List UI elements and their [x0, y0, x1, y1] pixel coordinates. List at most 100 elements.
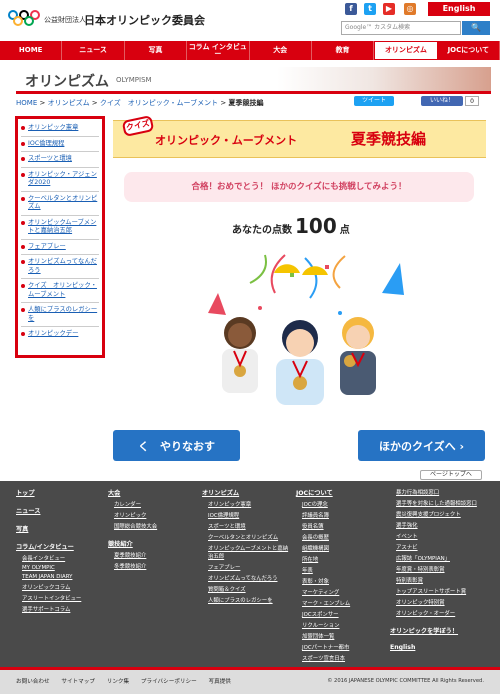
footer-link[interactable]: アスリートインタビュー [16, 594, 81, 602]
contact-link[interactable]: お問い合わせ [16, 679, 50, 685]
nav-education[interactable]: 教育 [312, 41, 375, 60]
footer-link[interactable]: 暴力行為相談窓口 [390, 488, 477, 496]
nav-about-joc[interactable]: JOCについて [438, 41, 500, 60]
youtube-icon[interactable]: ▶ [383, 3, 395, 15]
footer-link[interactable]: 質問箱＆クイズ [202, 585, 290, 593]
footer-link[interactable]: イベント [390, 532, 477, 540]
footer-link[interactable]: 選手強化 [390, 521, 477, 529]
sidebar-item-quiz[interactable]: クイズ オリンピック・ムーブメント [21, 279, 99, 303]
photo-credit-link[interactable]: 写真提供 [209, 679, 231, 685]
footer-link[interactable]: マーク・エンブレム [296, 599, 350, 607]
footer-link[interactable]: 国際総合競技大会 [108, 522, 157, 530]
footer-link[interactable]: 年表 [296, 566, 350, 574]
footer-link[interactable]: TEAM JAPAN DIARY [16, 574, 81, 580]
instagram-icon[interactable]: ◎ [404, 3, 416, 15]
footer-link[interactable]: JOCの理念 [296, 500, 350, 508]
footer-link[interactable]: オリンピック憲章 [202, 500, 290, 508]
footer-link[interactable]: オリンピック [108, 511, 157, 519]
footer-link[interactable]: トップアスリートサポート賞 [390, 587, 477, 595]
footer-link[interactable]: 選手等を対象にした通報相談窓口 [390, 499, 477, 507]
nav-games[interactable]: 大会 [250, 41, 312, 60]
footer-link[interactable]: 広報誌「OLYMPIAN」 [390, 554, 477, 562]
sidebar-item-coubertin[interactable]: クーベルタンとオリンピズム [21, 192, 99, 216]
footer-link[interactable]: オリンピズム [202, 488, 290, 497]
footer-link[interactable]: 人類にプラスのレガシーを [202, 596, 290, 604]
footer-link[interactable]: 写真 [16, 524, 81, 533]
footer-learn-link[interactable]: オリンピックを学ぼう！ [390, 626, 477, 635]
footer-link[interactable]: 評議員名簿 [296, 511, 350, 519]
footer-link[interactable]: JOCについて [296, 488, 350, 497]
footer-link[interactable]: 表彰・対象 [296, 577, 350, 585]
footer-link[interactable]: カレンダー [108, 500, 157, 508]
party-popper-icon [208, 293, 226, 315]
joc-logo[interactable] [8, 10, 40, 28]
search-button[interactable]: 🔍 [462, 21, 490, 35]
footer-link[interactable]: 震災復興支援プロジェクト [390, 510, 477, 518]
footer-link[interactable]: 冬季競技紹介 [108, 562, 157, 570]
footer-link[interactable]: オリンピック・オーダー [390, 609, 477, 617]
nav-photo[interactable]: 写真 [125, 41, 188, 60]
nav-home[interactable]: HOME [0, 41, 63, 60]
footer-link[interactable]: リクルーション [296, 621, 350, 629]
footer-link[interactable]: オリンピック特別賞 [390, 598, 477, 606]
twitter-icon[interactable]: t [364, 3, 376, 15]
sidebar-item-charter[interactable]: オリンピック憲章 [21, 121, 99, 137]
footer-link[interactable]: 会長インタビュー [16, 554, 81, 562]
footer-link[interactable]: オリンピズムってなんだろう [202, 574, 290, 582]
tweet-button[interactable]: ツイート [354, 96, 394, 106]
links-link[interactable]: リンク集 [107, 679, 129, 685]
facebook-icon[interactable]: f [345, 3, 357, 15]
footer-english-link[interactable]: English [390, 644, 477, 651]
breadcrumb-olympism[interactable]: オリンピズム [48, 99, 90, 107]
nav-column[interactable]: コラム インタビュー [187, 41, 250, 60]
nav-news[interactable]: ニュース [62, 41, 125, 60]
footer-link[interactable]: 組織機構図 [296, 544, 350, 552]
like-button[interactable]: いいね！ [421, 96, 463, 106]
footer-link[interactable]: 年度賞・特別表彰賞 [390, 565, 477, 573]
footer-link[interactable]: 加盟団体一覧 [296, 632, 350, 640]
sidebar-item-environment[interactable]: スポーツと環境 [21, 152, 99, 168]
footer-link[interactable]: 競技紹介 [108, 539, 157, 548]
footer-link[interactable]: フェアプレー [202, 563, 290, 571]
footer-link[interactable]: コラム/インタビュー [16, 542, 81, 551]
sitemap-link[interactable]: サイトマップ [61, 679, 95, 685]
search-input[interactable]: Google™ カスタム検索 [341, 21, 461, 35]
privacy-link[interactable]: プライバシーポリシー [141, 679, 197, 685]
sidebar-item-olympic-day[interactable]: オリンピックデー [21, 327, 99, 342]
sidebar-item-agenda2020[interactable]: オリンピック・アジェンダ2020 [21, 168, 99, 192]
footer-link[interactable]: スポーツ宣言日本 [296, 654, 350, 662]
other-quiz-button[interactable]: ほかのクイズへ › [358, 430, 485, 461]
breadcrumb-home[interactable]: HOME [16, 99, 37, 107]
footer-link[interactable]: IOC倫理規程 [202, 511, 290, 519]
footer-link[interactable]: ニュース [16, 506, 81, 515]
page-top-link[interactable]: ページトップへ [420, 470, 482, 480]
footer-link[interactable]: トップ [16, 488, 81, 497]
footer-link[interactable]: 大会 [108, 488, 157, 497]
english-link[interactable]: English [428, 2, 490, 16]
footer-link[interactable]: MY OLYMPIC [16, 565, 81, 571]
footer-link[interactable]: 夏季競技紹介 [108, 551, 157, 559]
sidebar-item-legacy[interactable]: 人類にプラスのレガシーを [21, 303, 99, 327]
footer-link[interactable]: 所在地 [296, 555, 350, 563]
sidebar-item-ioc-ethics[interactable]: IOC倫理規程 [21, 137, 99, 152]
footer-link[interactable]: 会長の概歴 [296, 533, 350, 541]
footer-link[interactable]: オリンピックコラム [16, 583, 81, 591]
footer-link[interactable]: マーケティング [296, 588, 350, 596]
nav-olympism[interactable]: オリンピズム [374, 41, 438, 60]
footer-link[interactable]: スポーツと環境 [202, 522, 290, 530]
footer-link[interactable]: アスナビ [390, 543, 477, 551]
footer-link[interactable]: 役員名簿 [296, 522, 350, 530]
footer-link[interactable]: 特別表彰賞 [390, 576, 477, 584]
sidebar-item-what-is-olympism[interactable]: オリンピズムってなんだろう [21, 255, 99, 279]
sidebar-item-kano[interactable]: オリンピックムーブメントと嘉納治五郎 [21, 216, 99, 240]
retry-button[interactable]: く やりなおす [113, 430, 240, 461]
breadcrumb-quiz[interactable]: クイズ オリンピック・ムーブメント [100, 99, 218, 107]
footer-link[interactable]: オリンピックムーブメントと嘉納治五郎 [202, 544, 290, 560]
footer-link[interactable]: JOCスポンサー [296, 610, 350, 618]
org-name[interactable]: 日本オリンピック委員会 [84, 12, 205, 28]
child-athlete-center-icon [276, 320, 324, 405]
footer-link[interactable]: JOCパートナー都市 [296, 643, 350, 651]
footer-link[interactable]: クーベルタンとオリンピズム [202, 533, 290, 541]
footer-link[interactable]: 選手サポートコラム [16, 605, 81, 613]
sidebar-item-fairplay[interactable]: フェアプレー [21, 240, 99, 255]
